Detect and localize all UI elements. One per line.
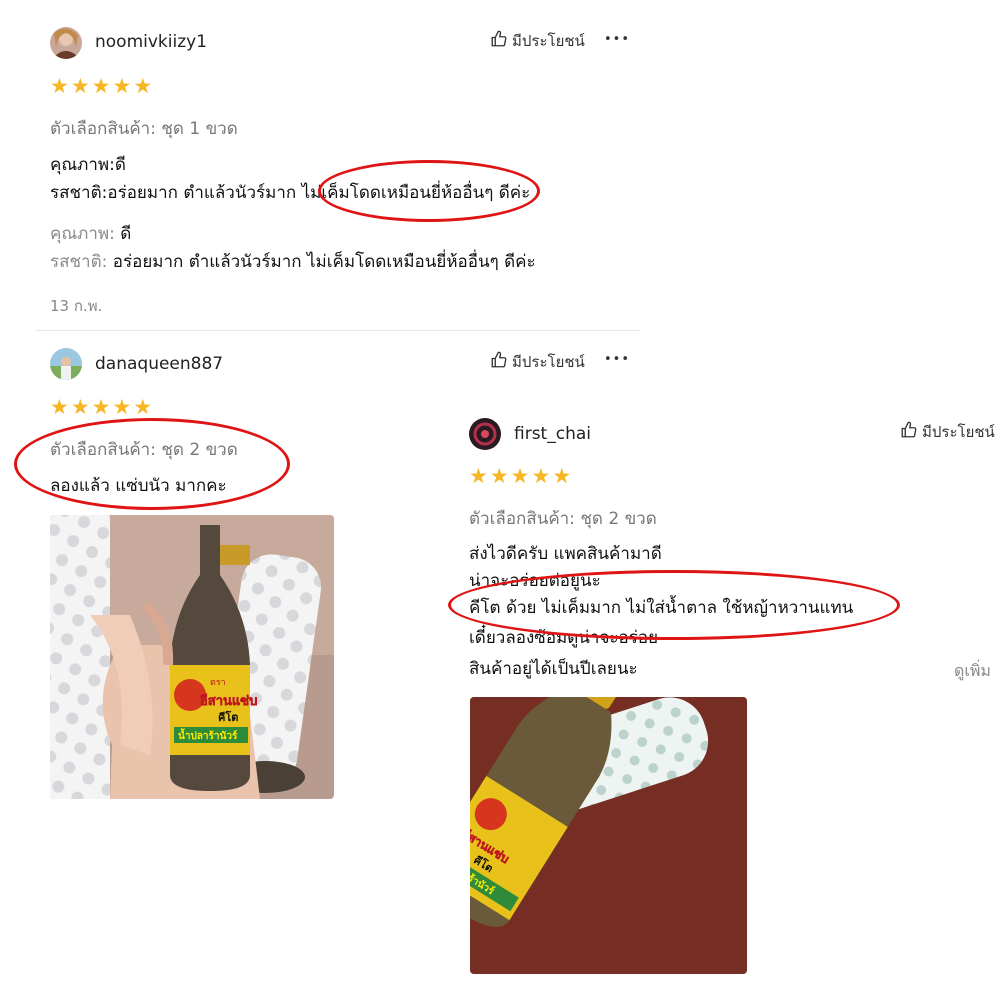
review-date: 13 ก.พ.: [50, 297, 103, 315]
quality-detail: คุณภาพ: ดี: [50, 220, 131, 248]
review-line: ลองแล้ว แซ่บนัว มากคะ: [50, 476, 227, 496]
helpful-label: มีประโยชน์: [512, 353, 585, 371]
review-line: คุณภาพ:ดี: [50, 155, 126, 175]
helpful-label: มีประโยชน์: [922, 423, 995, 441]
star-icon: ★: [91, 395, 111, 419]
reviewer-name[interactable]: noomivkiizy1: [95, 32, 207, 52]
star-icon: ★: [510, 464, 530, 488]
review-line: น่าจะอร่อยต่อยูนะ: [469, 571, 601, 591]
detail-value: ดี: [114, 224, 132, 244]
label-product: น้ำปลาร้านัวร์: [178, 728, 238, 742]
detail-value: อร่อยมาก ตำแล้วนัวร์มาก ไม่เค็มโดดเหมือน…: [107, 252, 536, 272]
helpful-label: มีประโยชน์: [512, 32, 585, 50]
review-photo[interactable]: อีสานแซ่บ คีโต น้ำปลาร้านัวร์: [470, 697, 747, 974]
review-line: รสชาติ:อร่อยมาก ตำแล้วนัวร์มาก ไม่เค็มโด…: [50, 183, 531, 203]
star-rating: ★ ★ ★ ★ ★: [50, 397, 152, 418]
helpful-button[interactable]: มีประโยชน์: [490, 350, 585, 374]
thumbs-up-icon: [900, 421, 918, 443]
star-icon: ★: [91, 74, 111, 98]
star-icon: ★: [469, 464, 488, 488]
star-icon: ★: [50, 74, 69, 98]
divider: [35, 330, 640, 331]
thumbs-up-icon: [490, 351, 508, 373]
more-options-icon[interactable]: •••: [604, 32, 630, 47]
variant-label: ตัวเลือกสินค้า: ชุด 1 ขวด: [50, 119, 238, 139]
reviewer-name[interactable]: first_chai: [514, 424, 591, 444]
detail-label: คุณภาพ:: [50, 224, 115, 244]
see-more-link[interactable]: ดูเพิ่ม: [954, 659, 991, 684]
star-icon: ★: [489, 464, 509, 488]
star-icon: ★: [133, 395, 153, 419]
variant-label: ตัวเลือกสินค้า: ชุด 2 ขวด: [469, 509, 657, 529]
star-rating: ★ ★ ★ ★ ★: [50, 76, 152, 97]
star-icon: ★: [70, 395, 90, 419]
avatar[interactable]: [469, 418, 501, 450]
star-icon: ★: [133, 74, 153, 98]
label-brand-small: ตรา: [210, 678, 226, 688]
review-line: สินค้าอยู่ได้เป็นปีเลยนะ: [469, 659, 638, 679]
star-icon: ★: [50, 395, 69, 419]
star-icon: ★: [531, 464, 551, 488]
thumbs-up-icon: [490, 30, 508, 52]
avatar[interactable]: [50, 27, 82, 59]
helpful-button[interactable]: มีประโยชน์: [900, 420, 995, 444]
star-icon: ★: [70, 74, 90, 98]
detail-label: รสชาติ:: [50, 252, 108, 272]
review-line: คีโต ด้วย ไม่เค็มมาก ไม่ใส่น้ำตาล ใช้หญ้…: [469, 598, 854, 618]
reviewer-name[interactable]: danaqueen887: [95, 354, 223, 374]
review-photo[interactable]: ตรา อีสานแซ่บ คีโต น้ำปลาร้านัวร์: [50, 515, 334, 799]
variant-label: ตัวเลือกสินค้า: ชุด 2 ขวด: [50, 440, 238, 460]
star-icon: ★: [112, 395, 132, 419]
taste-detail: รสชาติ: อร่อยมาก ตำแล้วนัวร์มาก ไม่เค็มโ…: [50, 248, 536, 276]
star-rating: ★ ★ ★ ★ ★: [469, 466, 571, 487]
review-line: ส่งไวดีครับ แพคสินค้ามาดี: [469, 544, 662, 564]
review-line: เดี๋ยวลองซ้อมดูน่าจะอร่อย: [469, 628, 659, 648]
label-brand: อีสานแซ่บ: [200, 693, 258, 709]
star-icon: ★: [112, 74, 132, 98]
label-keto: คีโต: [218, 710, 238, 724]
helpful-button[interactable]: มีประโยชน์: [490, 29, 585, 53]
star-icon: ★: [552, 464, 572, 488]
avatar[interactable]: [50, 348, 82, 380]
more-options-icon[interactable]: •••: [604, 352, 630, 367]
